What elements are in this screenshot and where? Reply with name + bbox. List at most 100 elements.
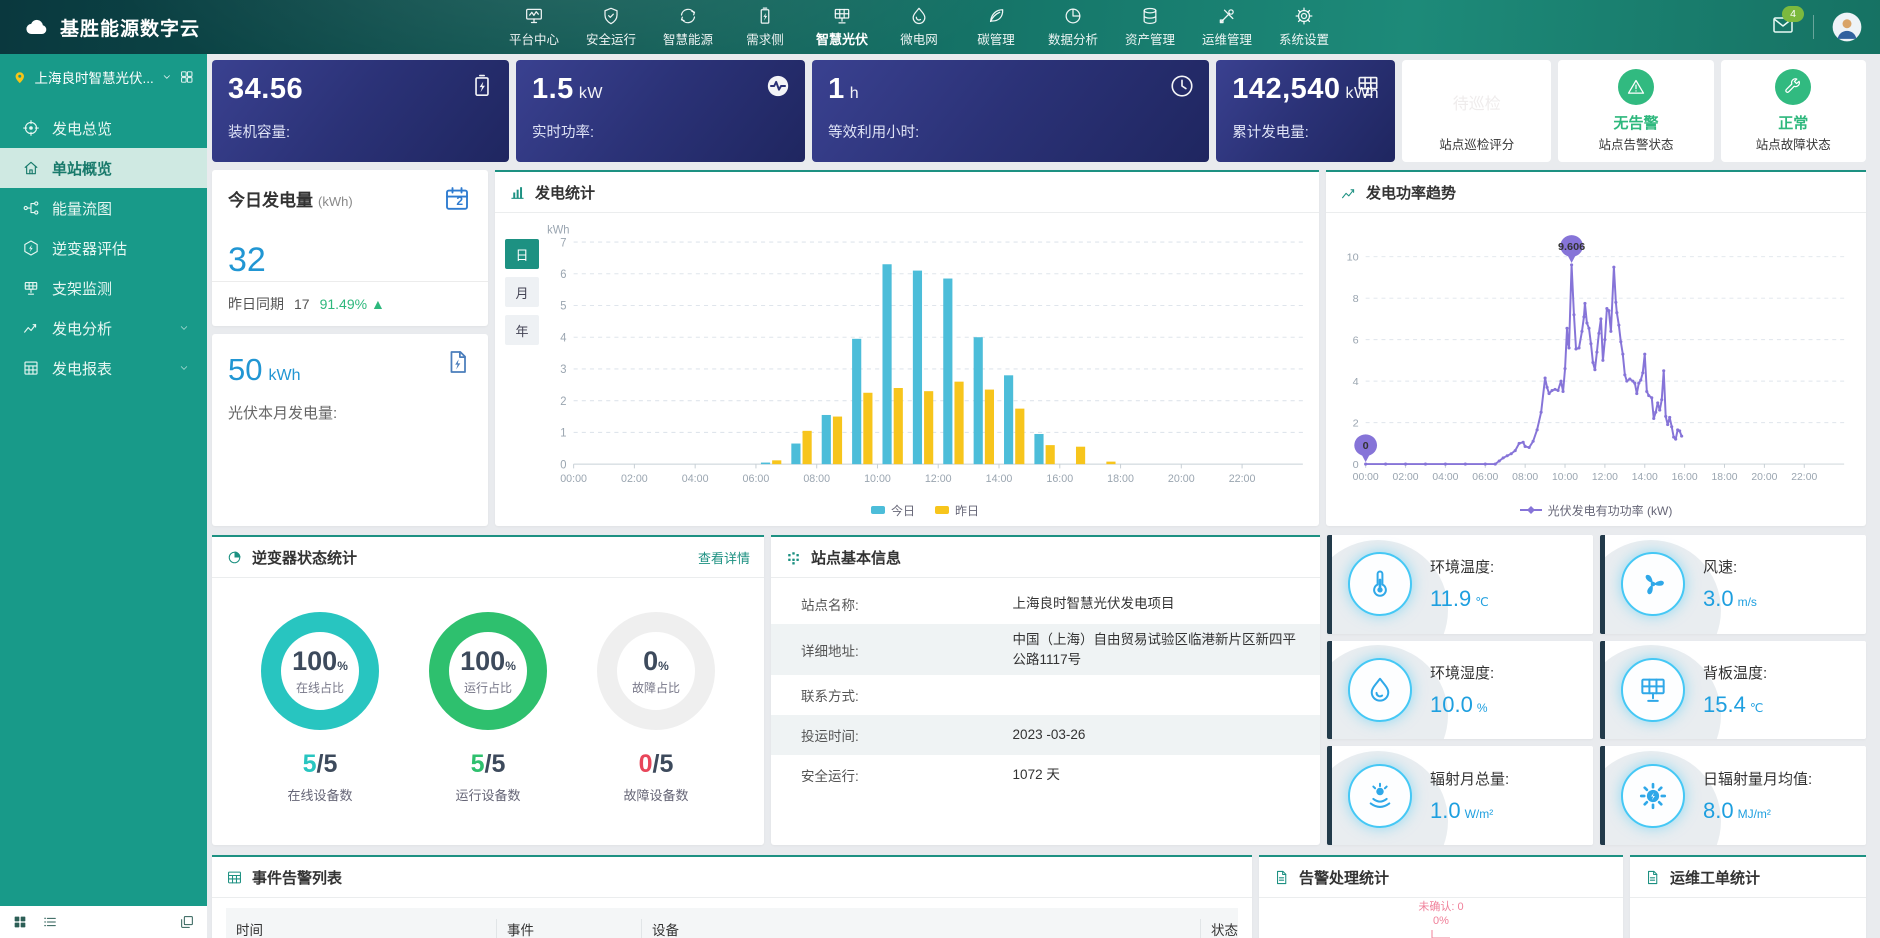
chevron-down-icon [161, 71, 173, 83]
legend-item[interactable]: 光伏发电有功功率 (kW) [1520, 502, 1673, 519]
nav-item[interactable]: 需求侧 [733, 4, 797, 50]
list-icon[interactable] [42, 914, 58, 930]
brand: 基胜能源数字云 [24, 14, 502, 41]
svg-text:10: 10 [1347, 252, 1359, 264]
sidebar-menu-item[interactable]: 发电分析 [0, 308, 207, 348]
nav-item[interactable]: 安全运行 [579, 4, 643, 50]
nav-item[interactable]: 智慧光伏 [810, 4, 874, 50]
location-pin-icon [12, 69, 28, 85]
line-chart-icon [1340, 184, 1357, 201]
demand-side-icon [755, 6, 775, 26]
svg-text:0: 0 [1363, 440, 1369, 452]
bracket-monitoring-icon [22, 279, 40, 297]
platform-center-icon [524, 6, 544, 26]
svg-text:00:00: 00:00 [560, 473, 587, 485]
inverter-evaluation-icon [22, 239, 40, 257]
view-details-link[interactable]: 查看详情 [698, 548, 750, 567]
svg-text:3: 3 [560, 364, 566, 376]
station-selector[interactable]: 上海良时智慧光伏... [0, 54, 207, 100]
alarm-status-value: 无告警 [1613, 112, 1658, 133]
nav-item[interactable]: 智慧能源 [656, 4, 720, 50]
wrench-icon [1783, 77, 1803, 97]
sidebar-menu-item[interactable]: 发电报表 [0, 348, 207, 388]
nav-item[interactable]: 系统设置 [1272, 4, 1336, 50]
window-icon[interactable] [179, 914, 195, 930]
workorder-pie-area [1630, 898, 1866, 938]
nav-item[interactable]: 碳管理 [964, 4, 1028, 50]
droplet-icon [1364, 674, 1396, 706]
clock-icon [1169, 73, 1195, 99]
grid-view-icon[interactable] [179, 69, 195, 85]
svg-text:20:00: 20:00 [1168, 473, 1195, 485]
kpi-value: 1.5kW [532, 73, 789, 106]
table-column-header: 设备 [641, 919, 1200, 938]
data-analysis-icon [1063, 6, 1083, 26]
notifications-button[interactable]: 4 [1771, 13, 1795, 42]
nav-item[interactable]: 运维管理 [1195, 4, 1259, 50]
fault-status-value: 正常 [1778, 112, 1808, 133]
table-icon [226, 869, 243, 886]
kpi-card: 1h 等效利用小时: [812, 60, 1209, 162]
system-settings-icon [1294, 6, 1314, 26]
battery-icon [469, 73, 495, 99]
svg-text:18:00: 18:00 [1107, 473, 1134, 485]
sidebar-menu-item[interactable]: 能量流图 [0, 188, 207, 228]
alarm-stats-panel: 告警处理统计 未确认: 0 0% [1259, 855, 1623, 938]
period-tab[interactable]: 年 [505, 315, 539, 345]
svg-text:04:00: 04:00 [1432, 472, 1458, 483]
brand-title: 基胜能源数字云 [60, 14, 200, 41]
site-info-row: 联系方式: [771, 675, 1320, 715]
period-tab[interactable]: 月 [505, 277, 539, 307]
environment-card: 环境湿度: 10.0% [1327, 641, 1593, 740]
generation-bar-chart: 01234567kWh00:0002:0004:0006:0008:0010:0… [539, 223, 1311, 498]
app: 基胜能源数字云 平台中心 安全运行 智慧能源 [0, 0, 1880, 938]
svg-text:6: 6 [1353, 335, 1359, 347]
donut-ring: 0% 故障占比 [597, 612, 715, 730]
legend-item[interactable]: 昨日 [935, 502, 979, 519]
device-count: 5/5 [471, 750, 506, 779]
today-generation-value: 32 [212, 241, 488, 280]
safe-operation-icon [601, 6, 621, 26]
svg-text:18:00: 18:00 [1712, 472, 1738, 483]
calendar-badge: 2 [456, 194, 463, 208]
svg-text:9.606: 9.606 [1558, 241, 1585, 253]
sidebar-footer [0, 906, 207, 938]
kpi-card: 1.5kW 实时功率: [516, 60, 805, 162]
inspection-score-card: 待巡检 站点巡检评分 [1402, 60, 1551, 162]
divider [1813, 15, 1814, 39]
power-trend-panel: 发电功率趋势 024681000:0002:0004:0006:0008:001… [1326, 170, 1866, 526]
sidebar-menu-item[interactable]: 发电总览 [0, 108, 207, 148]
event-table-header: 时间事件设备状态 [226, 908, 1238, 938]
inverter-donut: 100% 在线占比 5/5 在线设备数 [261, 612, 379, 804]
nav-item[interactable]: 数据分析 [1041, 4, 1105, 50]
site-info-row: 站点名称: 上海良时智慧光伏发电项目 [771, 584, 1320, 624]
primary-nav: 平台中心 安全运行 智慧能源 需求侧 [502, 4, 1336, 50]
nav-item[interactable]: 资产管理 [1118, 4, 1182, 50]
cloud-icon [24, 14, 50, 40]
power-line-chart: 024681000:0002:0004:0006:0008:0010:0012:… [1336, 219, 1856, 498]
sidebar-menu-item[interactable]: 单站概览 [0, 148, 207, 188]
chevron-down-icon [175, 362, 193, 374]
kpi-label: 累计发电量: [1232, 121, 1379, 142]
site-info-row: 投运时间: 2023 -03-26 [771, 715, 1320, 755]
svg-text:00:00: 00:00 [1353, 472, 1379, 483]
nav-item[interactable]: 平台中心 [502, 4, 566, 50]
svg-text:02:00: 02:00 [621, 473, 648, 485]
sidebar-menu-item[interactable]: 支架监测 [0, 268, 207, 308]
document-icon [1273, 869, 1290, 886]
table-column-header: 状态 [1200, 919, 1238, 938]
svg-text:8: 8 [1353, 293, 1359, 305]
environment-cards: 环境温度: 11.9℃ 风速: 3.0m/s [1327, 535, 1866, 845]
smart-pv-icon [832, 6, 852, 26]
menu-grid-icon[interactable] [12, 914, 28, 930]
donut-ring: 100% 运行占比 [429, 612, 547, 730]
period-tab[interactable]: 日 [505, 239, 539, 269]
legend-item[interactable]: 今日 [871, 502, 915, 519]
month-generation-value: 50kWh [228, 352, 472, 388]
svg-text:16:00: 16:00 [1672, 472, 1698, 483]
sidebar-menu-item[interactable]: 逆变器评估 [0, 228, 207, 268]
navbar-right: 4 [1771, 12, 1862, 42]
generation-report-icon [22, 359, 40, 377]
avatar[interactable] [1832, 12, 1862, 42]
nav-item[interactable]: 微电网 [887, 4, 951, 50]
